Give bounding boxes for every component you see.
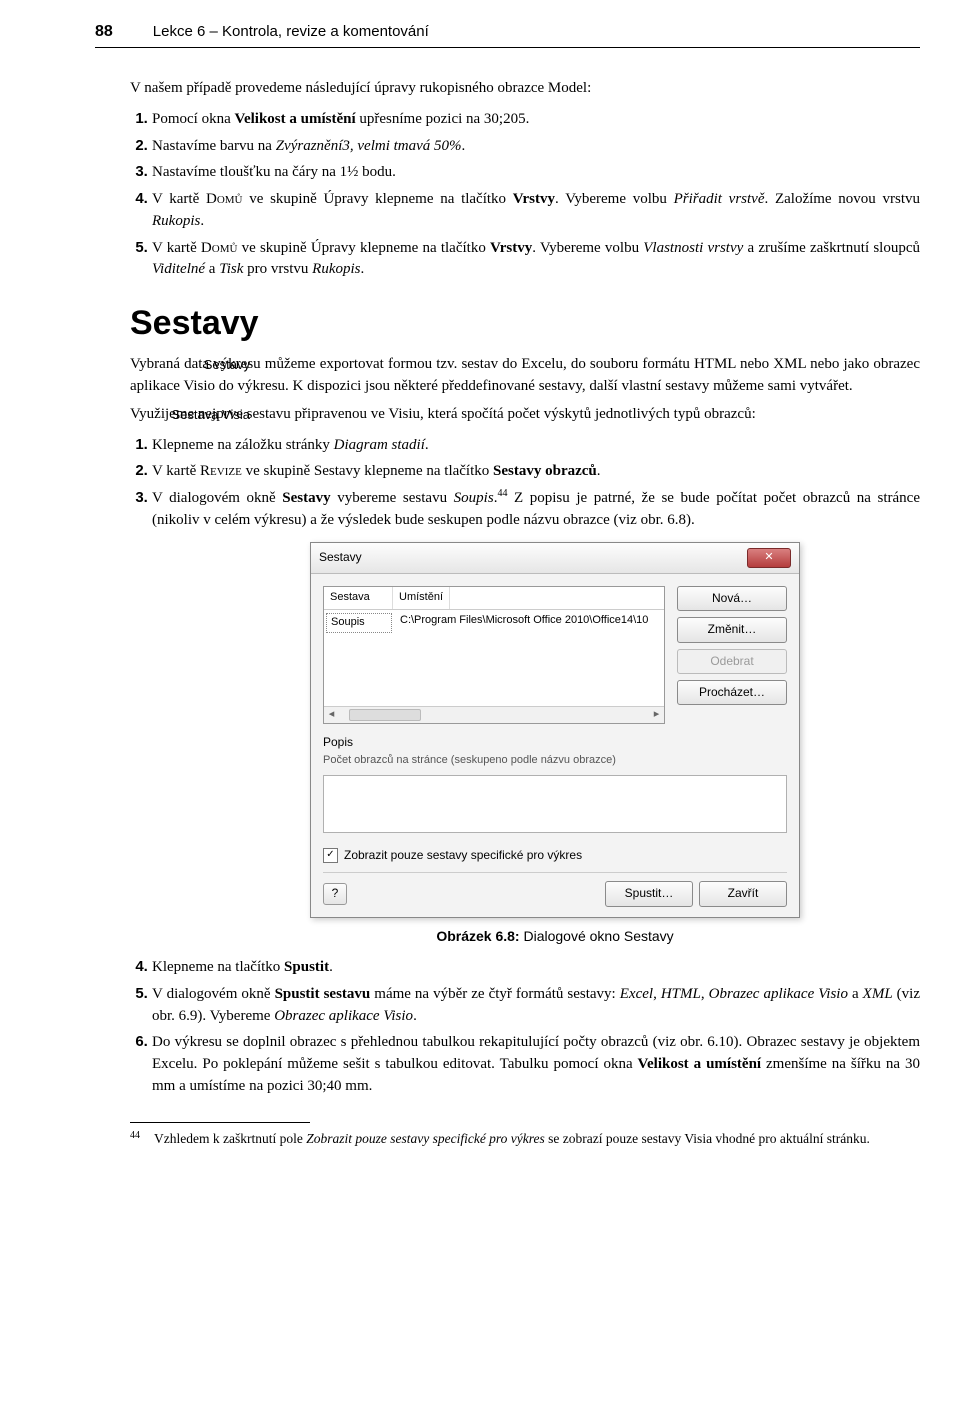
step-a1: Pomocí okna Velikost a umístění upřesním… bbox=[152, 108, 920, 131]
step-b1: Klepneme na záložku stránky Diagram stad… bbox=[152, 434, 920, 457]
report-list[interactable]: Sestava Umístění Soupis C:\Program Files… bbox=[323, 586, 665, 724]
page-header: 88 Lekce 6 – Kontrola, revize a komentov… bbox=[95, 20, 920, 48]
col-umisteni: Umístění bbox=[393, 587, 450, 609]
footnote-number: 44 bbox=[130, 1129, 146, 1149]
description-label: Popis bbox=[323, 734, 787, 751]
cell-sestava: Soupis bbox=[326, 613, 392, 633]
list-row-soupis[interactable]: Soupis C:\Program Files\Microsoft Office… bbox=[324, 610, 664, 636]
horizontal-scrollbar[interactable]: ◂ ▸ bbox=[324, 706, 664, 723]
sidenote-sestava-visia: Sestava Visia bbox=[150, 406, 250, 425]
figure-caption: Obrázek 6.8: Dialogové okno Sestavy bbox=[310, 926, 800, 946]
scroll-right-icon[interactable]: ▸ bbox=[649, 707, 664, 723]
dialog-sestavy: Sestavy ✕ Sestava Umístění Soupis C:\Pr bbox=[310, 542, 800, 918]
show-specific-checkbox[interactable]: ✓ bbox=[323, 848, 338, 863]
edit-button[interactable]: Změnit… bbox=[677, 617, 787, 642]
steps-list-b: Klepneme na záložku stránky Diagram stad… bbox=[130, 434, 920, 532]
step-a3: Nastavíme tloušťku na čáry na 1½ bodu. bbox=[152, 161, 920, 184]
dialog-titlebar: Sestavy ✕ bbox=[311, 543, 799, 574]
checkbox-label: Zobrazit pouze sestavy specifické pro vý… bbox=[344, 847, 582, 864]
footnote-separator bbox=[130, 1122, 310, 1123]
figure-6-8: Sestavy ✕ Sestava Umístění Soupis C:\Pr bbox=[310, 542, 800, 946]
list-empty-area bbox=[324, 636, 664, 706]
help-icon[interactable]: ? bbox=[323, 883, 347, 905]
scroll-left-icon[interactable]: ◂ bbox=[324, 707, 339, 723]
new-button[interactable]: Nová… bbox=[677, 586, 787, 611]
close-button[interactable]: Zavřít bbox=[699, 881, 787, 906]
col-sestava: Sestava bbox=[324, 587, 393, 609]
lesson-title: Lekce 6 – Kontrola, revize a komentování bbox=[153, 21, 429, 43]
page-number: 88 bbox=[95, 20, 113, 43]
step-a4: V kartě Domů ve skupině Úpravy klepneme … bbox=[152, 188, 920, 233]
step-a2: Nastavíme barvu na Zvýraznění3, velmi tm… bbox=[152, 135, 920, 158]
sidenote-sestavy: Sestavy bbox=[150, 356, 250, 375]
step-c4: Klepneme na tlačítko Spustit. bbox=[152, 956, 920, 979]
dialog-title: Sestavy bbox=[319, 549, 362, 566]
step-c5: V dialogovém okně Spustit sestavu máme n… bbox=[152, 983, 920, 1028]
description-box bbox=[323, 775, 787, 833]
list-header: Sestava Umístění bbox=[324, 587, 664, 610]
steps-list-c: Klepneme na tlačítko Spustit. V dialogov… bbox=[130, 956, 920, 1098]
step-b3: V dialogovém okně Sestavy vybereme sesta… bbox=[152, 487, 920, 532]
step-a5: V kartě Domů ve skupině Úpravy klepneme … bbox=[152, 237, 920, 282]
step-b2: V kartě Revize ve skupině Sestavy klepne… bbox=[152, 460, 920, 483]
description-text: Počet obrazců na stránce (seskupeno podl… bbox=[323, 753, 787, 769]
browse-button[interactable]: Procházet… bbox=[677, 680, 787, 705]
section-heading: Sestavy bbox=[130, 299, 920, 348]
close-icon[interactable]: ✕ bbox=[747, 548, 791, 568]
intro-text: V našem případě provedeme následující úp… bbox=[130, 78, 920, 100]
steps-list-a: Pomocí okna Velikost a umístění upřesním… bbox=[130, 108, 920, 281]
run-button[interactable]: Spustit… bbox=[605, 881, 693, 906]
step-c6: Do výkresu se doplnil obrazec s přehledn… bbox=[152, 1031, 920, 1097]
cell-umisteni: C:\Program Files\Microsoft Office 2010\O… bbox=[394, 612, 664, 634]
footnote-44: 44 Vzhledem k zaškrtnutí pole Zobrazit p… bbox=[130, 1129, 920, 1149]
scroll-thumb[interactable] bbox=[349, 709, 421, 721]
remove-button: Odebrat bbox=[677, 649, 787, 674]
